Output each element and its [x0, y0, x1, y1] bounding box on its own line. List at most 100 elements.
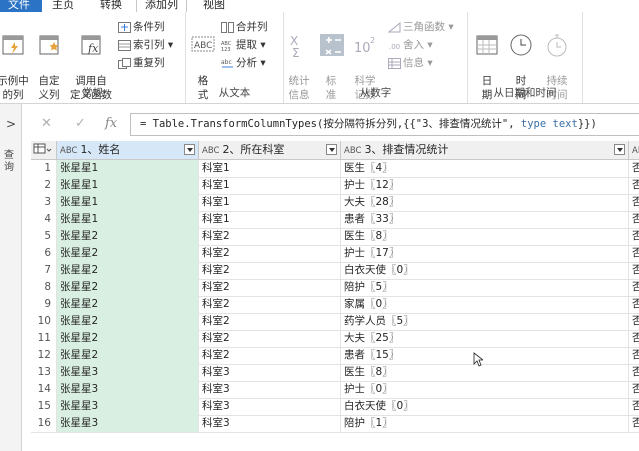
row-number[interactable]: 14 [31, 381, 57, 398]
cell-statistics[interactable]: 陪护〖5〗 [341, 279, 629, 296]
row-number[interactable]: 16 [31, 415, 57, 432]
cell-department[interactable]: 科室2 [199, 330, 341, 347]
table-row[interactable]: 1张星星1科室1医生〖4〗否 [31, 160, 639, 178]
cell-next[interactable]: 否 [629, 177, 639, 194]
duplicate-column-button[interactable]: 重复列 [118, 55, 165, 72]
cell-name[interactable]: 张星星2 [57, 279, 199, 296]
cell-name[interactable]: 张星星2 [57, 313, 199, 330]
tab-file[interactable]: 文件 [0, 0, 42, 12]
cell-next[interactable]: 否 [629, 262, 639, 279]
table-row[interactable]: 14张星星3科室3护士〖0〗否 [31, 381, 639, 399]
table-row[interactable]: 15张星星3科室3白衣天使〖0〗否 [31, 398, 639, 416]
filter-dropdown-icon[interactable] [614, 144, 625, 155]
row-number[interactable]: 11 [31, 330, 57, 347]
row-number[interactable]: 7 [31, 262, 57, 279]
cell-next[interactable]: 否 [629, 296, 639, 313]
cell-name[interactable]: 张星星2 [57, 245, 199, 262]
cell-department[interactable]: 科室2 [199, 228, 341, 245]
cell-next[interactable]: 否 [629, 330, 639, 347]
cell-statistics[interactable]: 大夫〖28〗 [341, 194, 629, 211]
cell-statistics[interactable]: 大夫〖25〗 [341, 330, 629, 347]
table-row[interactable]: 9张星星2科室2家属〖0〗否 [31, 296, 639, 314]
extract-button[interactable]: ABC 123 提取 ▾ [221, 37, 266, 54]
table-row[interactable]: 7张星星2科室2白衣天使〖0〗否 [31, 262, 639, 280]
cell-department[interactable]: 科室1 [199, 177, 341, 194]
cell-next[interactable]: 否 [629, 160, 639, 177]
tab-view[interactable]: 视图 [195, 0, 233, 12]
cell-statistics[interactable]: 医生〖4〗 [341, 160, 629, 177]
cell-department[interactable]: 科室2 [199, 296, 341, 313]
fx-icon[interactable]: fx [105, 116, 117, 131]
cell-department[interactable]: 科室3 [199, 364, 341, 381]
cell-name[interactable]: 张星星2 [57, 228, 199, 245]
cell-statistics[interactable]: 患者〖15〗 [341, 347, 629, 364]
conditional-column-button[interactable]: 条件列 [118, 19, 165, 36]
cell-statistics[interactable]: 白衣天使〖0〗 [341, 262, 629, 279]
cell-name[interactable]: 张星星2 [57, 296, 199, 313]
merge-columns-button[interactable]: 合并列 [221, 19, 268, 36]
cell-department[interactable]: 科室2 [199, 262, 341, 279]
cell-next[interactable]: 否 [629, 194, 639, 211]
table-row[interactable]: 16张星星3科室3陪护〖1〗否 [31, 415, 639, 433]
cell-statistics[interactable]: 患者〖33〗 [341, 211, 629, 228]
cell-statistics[interactable]: 家属〖0〗 [341, 296, 629, 313]
cell-name[interactable]: 张星星2 [57, 330, 199, 347]
parse-button[interactable]: abc 分析 ▾ [221, 55, 266, 72]
cell-next[interactable]: 否 [629, 364, 639, 381]
cell-next[interactable]: 否 [629, 347, 639, 364]
table-row[interactable]: 3张星星1科室1大夫〖28〗否 [31, 194, 639, 212]
cell-next[interactable]: 否 [629, 313, 639, 330]
row-number[interactable]: 5 [31, 228, 57, 245]
confirm-formula-icon[interactable]: ✓ [75, 116, 86, 131]
table-row[interactable]: 13张星星3科室3医生〖8〗否 [31, 364, 639, 382]
cell-next[interactable]: 否 [629, 211, 639, 228]
row-number[interactable]: 4 [31, 211, 57, 228]
index-column-button[interactable]: 索引列 ▾ [118, 37, 173, 54]
column-header-department[interactable]: ABC 2、所在科室 [199, 141, 341, 159]
column-header-statistics[interactable]: ABC 3、排查情况统计 [341, 141, 629, 159]
filter-dropdown-icon[interactable] [184, 144, 195, 155]
queries-pane-label[interactable]: 查询 [4, 150, 16, 174]
cell-statistics[interactable]: 医生〖8〗 [341, 228, 629, 245]
cell-name[interactable]: 张星星3 [57, 415, 199, 432]
cell-name[interactable]: 张星星2 [57, 347, 199, 364]
cell-name[interactable]: 张星星3 [57, 381, 199, 398]
cell-next[interactable]: 否 [629, 228, 639, 245]
row-number[interactable]: 3 [31, 194, 57, 211]
cell-statistics[interactable]: 护士〖0〗 [341, 381, 629, 398]
cell-statistics[interactable]: 陪护〖1〗 [341, 415, 629, 432]
row-number[interactable]: 9 [31, 296, 57, 313]
cell-department[interactable]: 科室3 [199, 415, 341, 432]
cell-name[interactable]: 张星星1 [57, 211, 199, 228]
row-number[interactable]: 12 [31, 347, 57, 364]
table-row[interactable]: 6张星星2科室2护士〖17〗否 [31, 245, 639, 263]
table-row[interactable]: 11张星星2科室2大夫〖25〗否 [31, 330, 639, 348]
cancel-formula-icon[interactable]: ✕ [41, 116, 52, 131]
cell-department[interactable]: 科室2 [199, 313, 341, 330]
cell-next[interactable]: 否 [629, 245, 639, 262]
cell-name[interactable]: 张星星2 [57, 262, 199, 279]
rounding-button[interactable]: .00 舍入 ▾ [388, 37, 433, 54]
cell-name[interactable]: 张星星1 [57, 160, 199, 177]
formula-input[interactable]: = Table.TransformColumnTypes(按分隔符拆分列,{{"… [130, 113, 639, 136]
cell-statistics[interactable]: 药学人员〖5〗 [341, 313, 629, 330]
cell-department[interactable]: 科室3 [199, 398, 341, 415]
cell-statistics[interactable]: 护士〖12〗 [341, 177, 629, 194]
table-select-icon[interactable] [31, 141, 57, 159]
cell-department[interactable]: 科室2 [199, 245, 341, 262]
cell-department[interactable]: 科室2 [199, 347, 341, 364]
column-header-next[interactable]: AB [629, 141, 639, 159]
row-number[interactable]: 10 [31, 313, 57, 330]
cell-statistics[interactable]: 白衣天使〖0〗 [341, 398, 629, 415]
table-row[interactable]: 4张星星1科室1患者〖33〗否 [31, 211, 639, 229]
tab-home[interactable]: 主页 [44, 0, 82, 12]
tab-add-column[interactable]: 添加列 [136, 0, 187, 12]
cell-next[interactable]: 否 [629, 398, 639, 415]
row-number[interactable]: 8 [31, 279, 57, 296]
table-row[interactable]: 10张星星2科室2药学人员〖5〗否 [31, 313, 639, 331]
table-row[interactable]: 8张星星2科室2陪护〖5〗否 [31, 279, 639, 297]
trigonometry-button[interactable]: 三角函数 ▾ [388, 19, 454, 36]
row-number[interactable]: 2 [31, 177, 57, 194]
cell-department[interactable]: 科室2 [199, 279, 341, 296]
column-header-name[interactable]: ABC 1、姓名 [57, 141, 199, 159]
